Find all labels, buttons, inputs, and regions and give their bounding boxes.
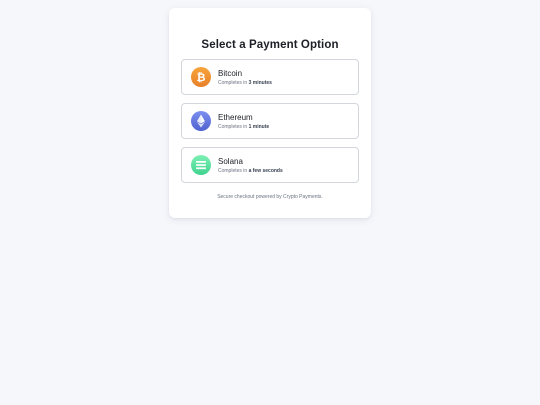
option-completion-time: Completes in a few seconds	[218, 167, 283, 174]
payment-card: Select a Payment Option ₿ Bitcoin Comple…	[169, 8, 371, 218]
bitcoin-icon: ₿	[191, 67, 211, 87]
payment-option-solana[interactable]: Solana Completes in a few seconds	[181, 147, 359, 183]
option-name: Ethereum	[218, 113, 253, 122]
option-completion-time: Completes in 3 minutes	[218, 79, 272, 86]
option-name: Bitcoin	[218, 69, 243, 78]
svg-text:₿: ₿	[197, 71, 206, 84]
ethereum-icon	[191, 111, 211, 131]
footer-text: Secure checkout powered by Crypto Paymen…	[217, 194, 323, 200]
option-completion-time: Completes in 1 minute	[218, 123, 270, 130]
payment-option-bitcoin[interactable]: ₿ Bitcoin Completes in 3 minutes	[181, 59, 359, 95]
solana-icon	[191, 155, 211, 175]
payment-option-ethereum[interactable]: Ethereum Completes in 1 minute	[181, 103, 359, 139]
page-title: Select a Payment Option	[201, 39, 339, 51]
option-name: Solana	[218, 157, 243, 166]
